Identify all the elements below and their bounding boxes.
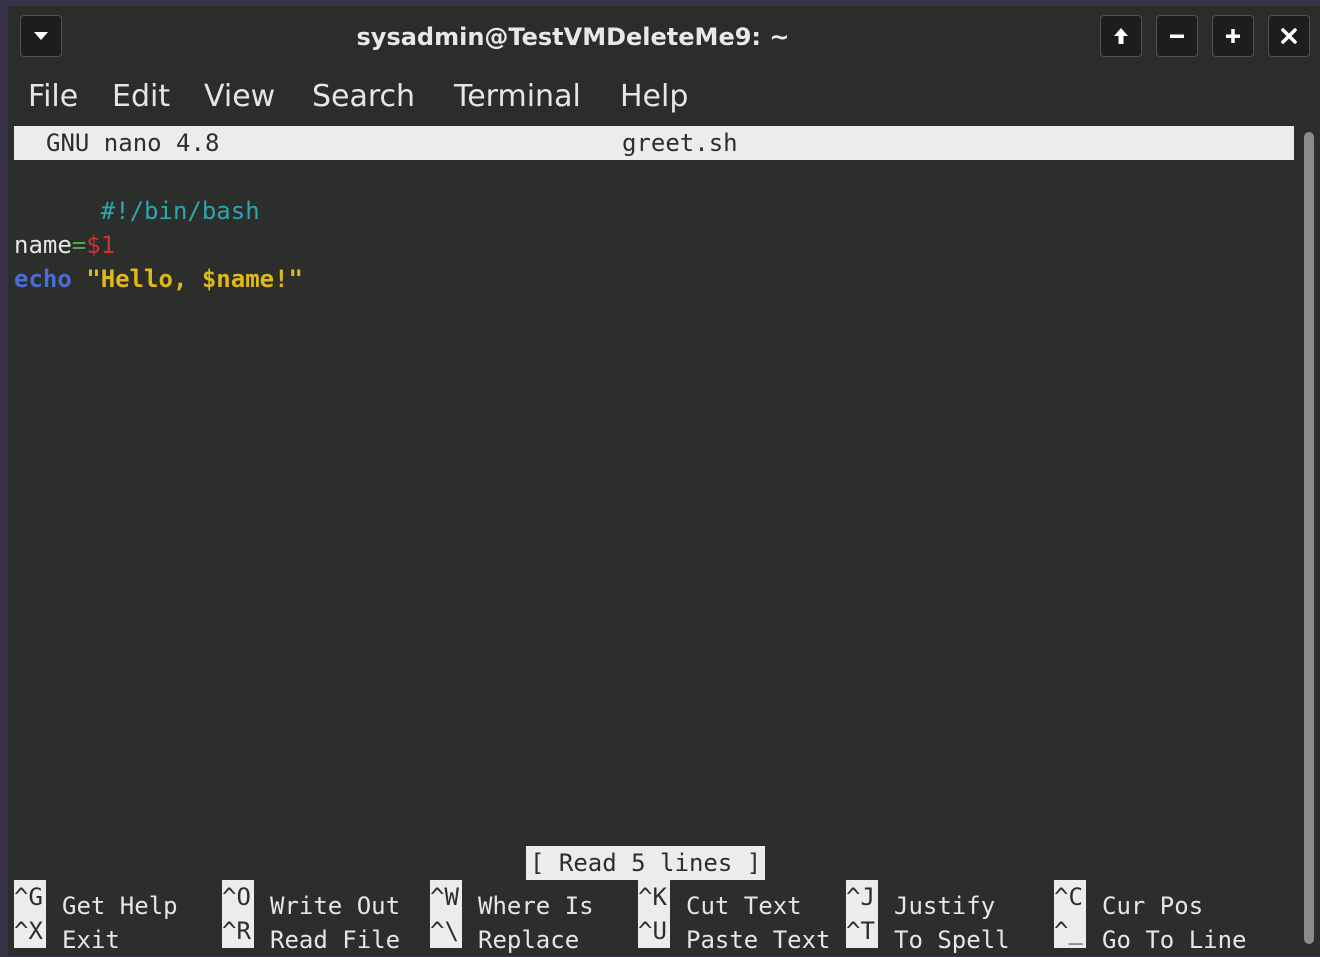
shortcut-replace[interactable]: ^\ Replace [430,914,579,954]
assign-operator: = [71,231,87,259]
shortcut-key: ^J [846,880,878,914]
shortcut-justify[interactable]: ^J Justify [846,880,995,920]
plus-icon [1226,29,1240,43]
code-line-3: name=$1 [14,228,115,262]
shortcut-label: Read File [270,926,401,954]
minimize-icon [1170,34,1184,38]
shortcut-exit[interactable]: ^X Exit [14,914,120,954]
menu-terminal[interactable]: Terminal [454,68,581,126]
shortcut-key: ^W [430,880,462,914]
shortcut-label: Go To Line [1102,926,1247,954]
menu-bar: File Edit View Search Terminal Help [8,68,1320,126]
menu-file[interactable]: File [28,68,78,126]
close-icon [1281,28,1297,44]
shortcut-key: ^K [638,880,670,914]
shortcut-key: ^R [222,914,254,948]
shortcut-label: Replace [478,926,580,954]
maximize-button[interactable] [1212,15,1254,57]
shortcut-key: ^\ [430,914,462,948]
arrow-up-icon [1114,28,1128,44]
keep-above-button[interactable] [1100,15,1142,57]
terminal-window: sysadmin@TestVMDeleteMe9: ~ File Edit Vi… [8,6,1320,956]
nano-header: GNU nano 4.8 greet.sh [14,126,1294,160]
shortcut-key: ^G [14,880,46,914]
menu-edit[interactable]: Edit [112,68,170,126]
shortcut-key: ^T [846,914,878,948]
status-message: [ Read 5 lines ] [526,846,766,880]
shortcut-key: ^C [1054,880,1086,914]
shortcut-cur-pos[interactable]: ^C Cur Pos [1054,880,1203,920]
echo-string: "Hello, $name!" [86,265,303,293]
code-line-4: echo "Hello, $name!" [14,262,303,296]
shortcut-get-help[interactable]: ^G Get Help [14,880,178,920]
shortcut-paste-text[interactable]: ^U Paste Text [638,914,831,954]
shebang: #!/bin/bash [100,197,260,225]
close-button[interactable] [1268,15,1310,57]
shortcut-label: Exit [62,926,120,954]
shortcut-cut-text[interactable]: ^K Cut Text [638,880,802,920]
code-line-1: #!/bin/bash [14,160,260,225]
shortcut-key: ^U [638,914,670,948]
menu-view[interactable]: View [204,68,275,126]
terminal-scrollbar[interactable] [1304,132,1314,944]
menu-help[interactable]: Help [620,68,688,126]
echo-keyword: echo [14,265,72,293]
variable-name: name [14,231,72,259]
shortcut-write-out[interactable]: ^O Write Out [222,880,400,920]
nano-version: GNU nano 4.8 [46,129,220,157]
shortcut-read-file[interactable]: ^R Read File [222,914,400,954]
shortcut-where-is[interactable]: ^W Where Is [430,880,594,920]
shortcut-label: Paste Text [686,926,831,954]
shortcut-go-to-line[interactable]: ^_ Go To Line [1054,914,1247,954]
shortcut-to-spell[interactable]: ^T To Spell [846,914,1010,954]
shortcut-key: ^_ [1054,914,1086,948]
menu-search[interactable]: Search [312,68,415,126]
terminal-content[interactable]: GNU nano 4.8 greet.sh #!/bin/bash name=$… [14,126,1294,954]
minimize-button[interactable] [1156,15,1198,57]
title-bar: sysadmin@TestVMDeleteMe9: ~ [8,6,1320,68]
shortcut-key: ^X [14,914,46,948]
window-title: sysadmin@TestVMDeleteMe9: ~ [356,23,790,51]
nano-filename: greet.sh [622,129,738,157]
shortcut-label: To Spell [894,926,1010,954]
shortcut-key: ^O [222,880,254,914]
positional-arg: $1 [86,231,116,259]
